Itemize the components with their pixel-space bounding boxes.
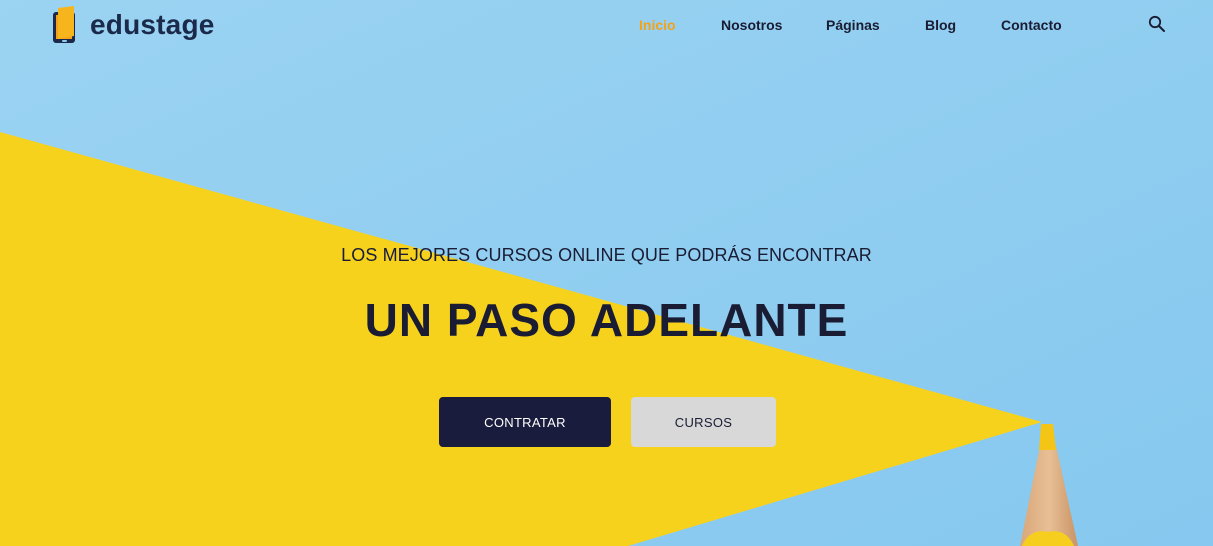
contratar-button[interactable]: CONTRATAR — [439, 397, 611, 447]
hero-subtitle: LOS MEJORES CURSOS ONLINE QUE PODRÁS ENC… — [341, 245, 872, 265]
cursos-button[interactable]: CURSOS — [631, 397, 776, 447]
hero-content: LOS MEJORES CURSOS ONLINE QUE PODRÁS ENC… — [0, 0, 1213, 546]
hero-title: UN PASO ADELANTE — [364, 294, 849, 346]
hero-section: edustage Inicio Nosotros Páginas Blog Co… — [0, 0, 1213, 546]
